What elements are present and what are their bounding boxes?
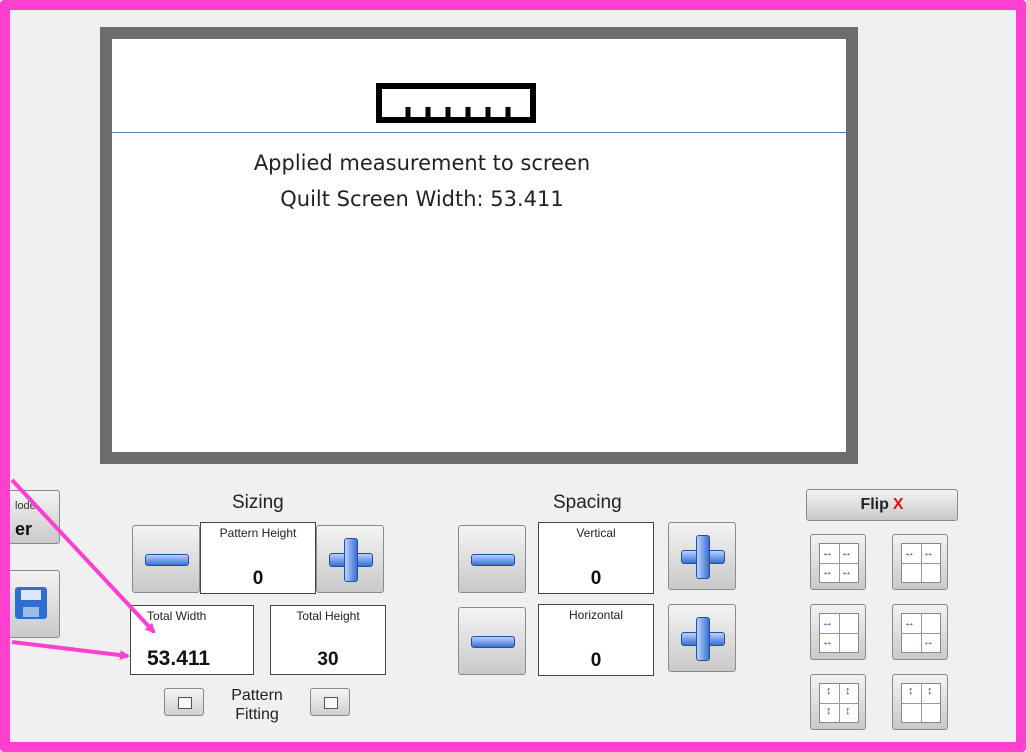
pattern-fitting-right-checkbox[interactable]: [310, 688, 350, 716]
flip-button[interactable]: Flip X: [806, 489, 958, 521]
pattern-height-increase-button[interactable]: [316, 525, 384, 593]
sizing-title: Sizing: [232, 492, 284, 513]
total-height-field[interactable]: Total Height 30: [270, 605, 386, 675]
layout-grid-full-button[interactable]: ↔ ↔ ↔ ↔: [810, 534, 866, 590]
pattern-fitting-label-line1: Pattern: [231, 687, 283, 704]
pattern-height-field[interactable]: Pattern Height 0: [200, 522, 316, 594]
floppy-disk-icon: [15, 587, 47, 619]
vertical-spacing-decrease-button[interactable]: [458, 525, 526, 593]
horizontal-spacing-field[interactable]: Horizontal 0: [538, 604, 654, 676]
layout-grid-icon: ↔ ↔: [901, 543, 941, 583]
quilt-screen-frame: Applied measurement to screen Quilt Scre…: [100, 27, 858, 464]
screen-divider: [112, 132, 846, 133]
total-width-field[interactable]: Total Width 53.411: [130, 605, 254, 675]
status-message: Applied measurement to screen: [253, 151, 591, 175]
mode-button[interactable]: lode er: [8, 490, 60, 544]
vertical-spacing-field[interactable]: Vertical 0: [538, 522, 654, 594]
mode-value: er: [15, 519, 33, 539]
vertical-spacing-increase-button[interactable]: [668, 522, 736, 590]
spacing-title: Spacing: [553, 492, 622, 513]
layout-grid-icon: ↕ ↕: [901, 683, 941, 723]
minus-icon: [471, 554, 515, 566]
pattern-height-value: 0: [252, 568, 264, 589]
minus-icon: [471, 636, 515, 648]
horizontal-spacing-increase-button[interactable]: [668, 604, 736, 672]
total-height-label: Total Height: [296, 609, 360, 623]
pattern-height-label: Pattern Height: [219, 526, 297, 540]
layout-grid-icon: ↔ ↔: [901, 613, 941, 653]
layout-vertical-top-button[interactable]: ↕ ↕: [892, 674, 948, 730]
flip-x-mark: X: [892, 496, 904, 513]
layout-grid-icon: ↔ ↔: [819, 613, 859, 653]
pattern-fitting-label-line2: Fitting: [235, 706, 279, 723]
total-height-value: 30: [317, 649, 339, 670]
pattern-fitting-label: Pattern Fitting: [208, 686, 306, 724]
vertical-spacing-value: 0: [590, 568, 602, 589]
pattern-fitting-left-checkbox[interactable]: [164, 688, 204, 716]
layout-grid-left-button[interactable]: ↔ ↔: [810, 604, 866, 660]
save-button[interactable]: [8, 570, 60, 638]
layout-grid-icon: ↕ ↕ ↕ ↕: [819, 683, 859, 723]
layout-grid-diagonal-button[interactable]: ↔ ↔: [892, 604, 948, 660]
mode-label: lode: [15, 500, 36, 512]
layout-grid-top-button[interactable]: ↔ ↔: [892, 534, 948, 590]
pattern-height-decrease-button[interactable]: [132, 525, 200, 593]
screen-width-readout: Quilt Screen Width: 53.411: [280, 187, 564, 211]
horizontal-spacing-value: 0: [590, 650, 602, 671]
minus-icon: [145, 554, 189, 566]
ruler-icon: [376, 83, 536, 123]
vertical-spacing-label: Vertical: [576, 526, 616, 540]
quilt-screen[interactable]: Applied measurement to screen Quilt Scre…: [112, 39, 846, 452]
layout-vertical-full-button[interactable]: ↕ ↕ ↕ ↕: [810, 674, 866, 730]
total-width-label: Total Width: [147, 609, 207, 623]
flip-label: Flip: [860, 496, 889, 513]
total-width-value: 53.411: [147, 647, 211, 670]
horizontal-spacing-label: Horizontal: [568, 608, 624, 622]
arrow-to-total-width-value: [11, 640, 130, 661]
horizontal-spacing-decrease-button[interactable]: [458, 607, 526, 675]
layout-grid-icon: ↔ ↔ ↔ ↔: [819, 543, 859, 583]
